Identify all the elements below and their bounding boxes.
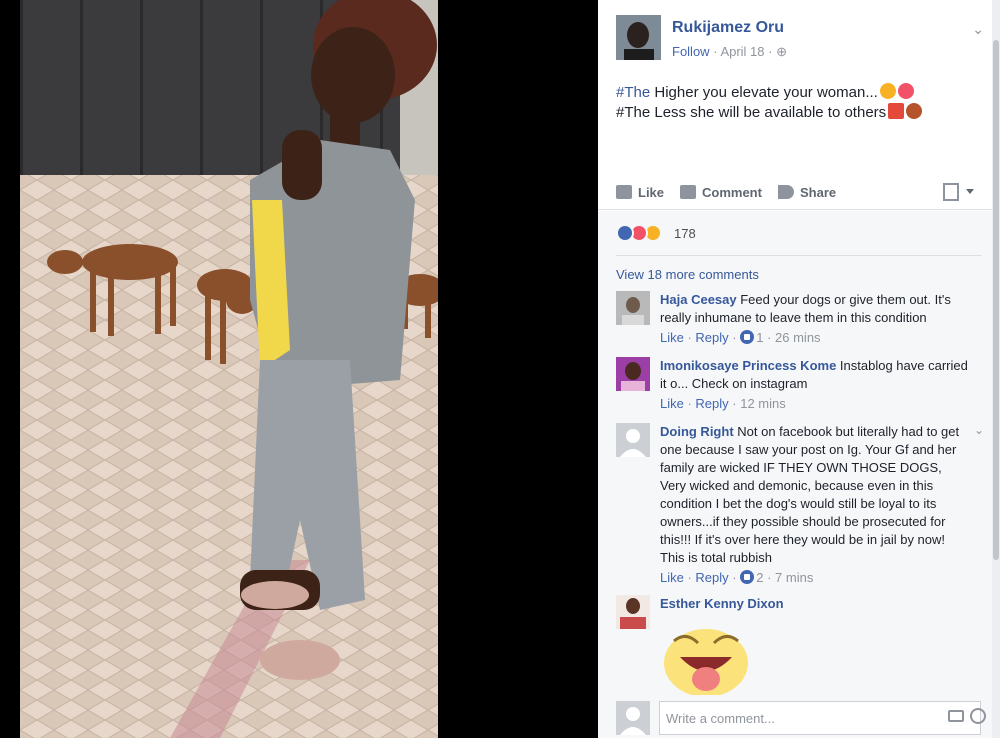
photo-illustration — [20, 0, 438, 738]
share-button[interactable]: Share — [778, 185, 836, 200]
comment-time[interactable]: 12 mins — [740, 396, 786, 411]
hashtag-link[interactable]: #The — [616, 84, 650, 101]
post-side-panel: Rukijamez Oru Follow · April 18 · ⊕ ⌄ #T… — [598, 0, 1000, 738]
like-button[interactable]: Like — [616, 185, 664, 200]
like-badge-icon — [740, 330, 755, 344]
comment-body: Esther Kenny Dixon — [660, 595, 970, 613]
comment-reply-link[interactable]: Reply — [695, 570, 728, 585]
post-options-chevron-icon[interactable]: ⌄ — [972, 21, 984, 38]
comment-like-count[interactable]: 2 — [756, 570, 763, 585]
like-label: Like — [638, 185, 665, 200]
comment-message: Not on facebook but literally had to get… — [660, 424, 960, 565]
divider — [616, 255, 982, 256]
post-line-2-text: #The Less she will be available to other… — [616, 104, 887, 121]
post-date[interactable]: April 18 — [720, 44, 764, 59]
panel-scrollbar[interactable] — [992, 0, 1000, 738]
commenter-avatar[interactable] — [616, 357, 650, 391]
comment-time[interactable]: 26 mins — [775, 330, 821, 345]
author-avatar[interactable] — [616, 15, 661, 60]
follow-link[interactable]: Follow — [672, 44, 710, 59]
comment-text: Esther Kenny Dixon — [660, 595, 970, 613]
comment-bubble-icon — [680, 185, 696, 199]
comment-footer: Like · Reply · 2 · 7 mins — [660, 570, 814, 585]
comment-options-chevron-icon[interactable]: ⌄ — [974, 423, 984, 437]
comment-footer: Like · Reply · 12 mins — [660, 396, 786, 411]
comment-label: Comment — [702, 185, 762, 200]
comment-body: Haja Ceesay Feed your dogs or give them … — [660, 291, 970, 347]
comment-like-link[interactable]: Like — [660, 330, 684, 345]
like-reaction-icon — [616, 224, 634, 242]
emoji-smile-icon[interactable] — [970, 708, 986, 724]
commenter-name[interactable]: Esther Kenny Dixon — [660, 596, 784, 611]
current-user-avatar — [616, 701, 650, 735]
default-avatar-icon — [616, 701, 650, 735]
post-line-1-text: Higher you elevate your woman... — [650, 84, 878, 101]
comment-text: Haja Ceesay Feed your dogs or give them … — [660, 291, 970, 327]
camera-icon[interactable] — [948, 710, 964, 722]
comment-footer: Like · Reply · 1 · 26 mins — [660, 330, 821, 345]
comment-like-link[interactable]: Like — [660, 570, 684, 585]
commenter-name[interactable]: Haja Ceesay — [660, 292, 737, 307]
like-badge-icon — [740, 570, 755, 584]
comment-composer: Write a comment... — [598, 699, 1000, 738]
comment-time[interactable]: 7 mins — [775, 570, 813, 585]
photo-viewer — [0, 0, 598, 738]
author-avatar-image — [616, 15, 661, 60]
heart-eyes-emoji-icon — [897, 83, 914, 99]
commenter-name[interactable]: Imonikosaye Princess Kome — [660, 358, 836, 373]
commenter-avatar[interactable] — [616, 423, 650, 457]
comments-section: 178 View 18 more comments Haja Ceesay Fe… — [598, 211, 1000, 738]
share-arrow-icon — [778, 185, 794, 199]
globe-icon: ⊕ — [776, 44, 787, 59]
post-message: #The Higher you elevate your woman... #T… — [616, 83, 976, 123]
comment-body: Imonikosaye Princess Kome Instablog have… — [660, 357, 970, 413]
commenter-name[interactable]: Doing Right — [660, 424, 734, 439]
post-meta: Follow · April 18 · ⊕ — [672, 44, 787, 60]
comment-reply-link[interactable]: Reply — [695, 396, 728, 411]
comment-input[interactable]: Write a comment... — [659, 701, 981, 735]
comment-like-count[interactable]: 1 — [756, 330, 763, 345]
kiss-emoji-icon — [879, 83, 896, 99]
save-bookmark-icon[interactable] — [942, 183, 978, 201]
commenter-avatar-image — [616, 595, 650, 629]
comment-button[interactable]: Comment — [680, 185, 762, 200]
view-more-comments-link[interactable]: View 18 more comments — [616, 267, 759, 282]
hundred-emoji-icon — [888, 103, 905, 119]
commenter-avatar[interactable] — [616, 291, 650, 325]
post-actions-bar: Like Comment Share — [598, 174, 1000, 210]
meta-separator-2: · — [768, 44, 777, 59]
commenter-avatar-image — [616, 291, 650, 325]
comment-body: Doing Right Not on facebook but literall… — [660, 423, 970, 587]
share-label: Share — [800, 185, 837, 200]
post-line-2: #The Less she will be available to other… — [616, 103, 976, 123]
commenter-avatar[interactable] — [616, 595, 650, 629]
thumbs-up-icon — [616, 185, 632, 199]
post-photo[interactable] — [20, 0, 438, 738]
comment-text: Doing Right Not on facebook but literall… — [660, 423, 970, 567]
reaction-count: 178 — [674, 226, 696, 241]
post-header: Rukijamez Oru Follow · April 18 · ⊕ ⌄ — [616, 15, 986, 65]
comment-reply-link[interactable]: Reply — [695, 330, 728, 345]
comment-like-link[interactable]: Like — [660, 396, 684, 411]
author-name[interactable]: Rukijamez Oru — [672, 19, 784, 37]
comment-text: Imonikosaye Princess Kome Instablog have… — [660, 357, 970, 393]
commenter-avatar-image — [616, 357, 650, 391]
tongue-out-sticker-icon — [664, 629, 748, 695]
default-avatar-icon — [616, 423, 650, 457]
post-line-1: #The Higher you elevate your woman... — [616, 83, 976, 103]
no-pedestrians-emoji-icon — [906, 103, 923, 119]
scrollbar-thumb[interactable] — [993, 40, 999, 560]
